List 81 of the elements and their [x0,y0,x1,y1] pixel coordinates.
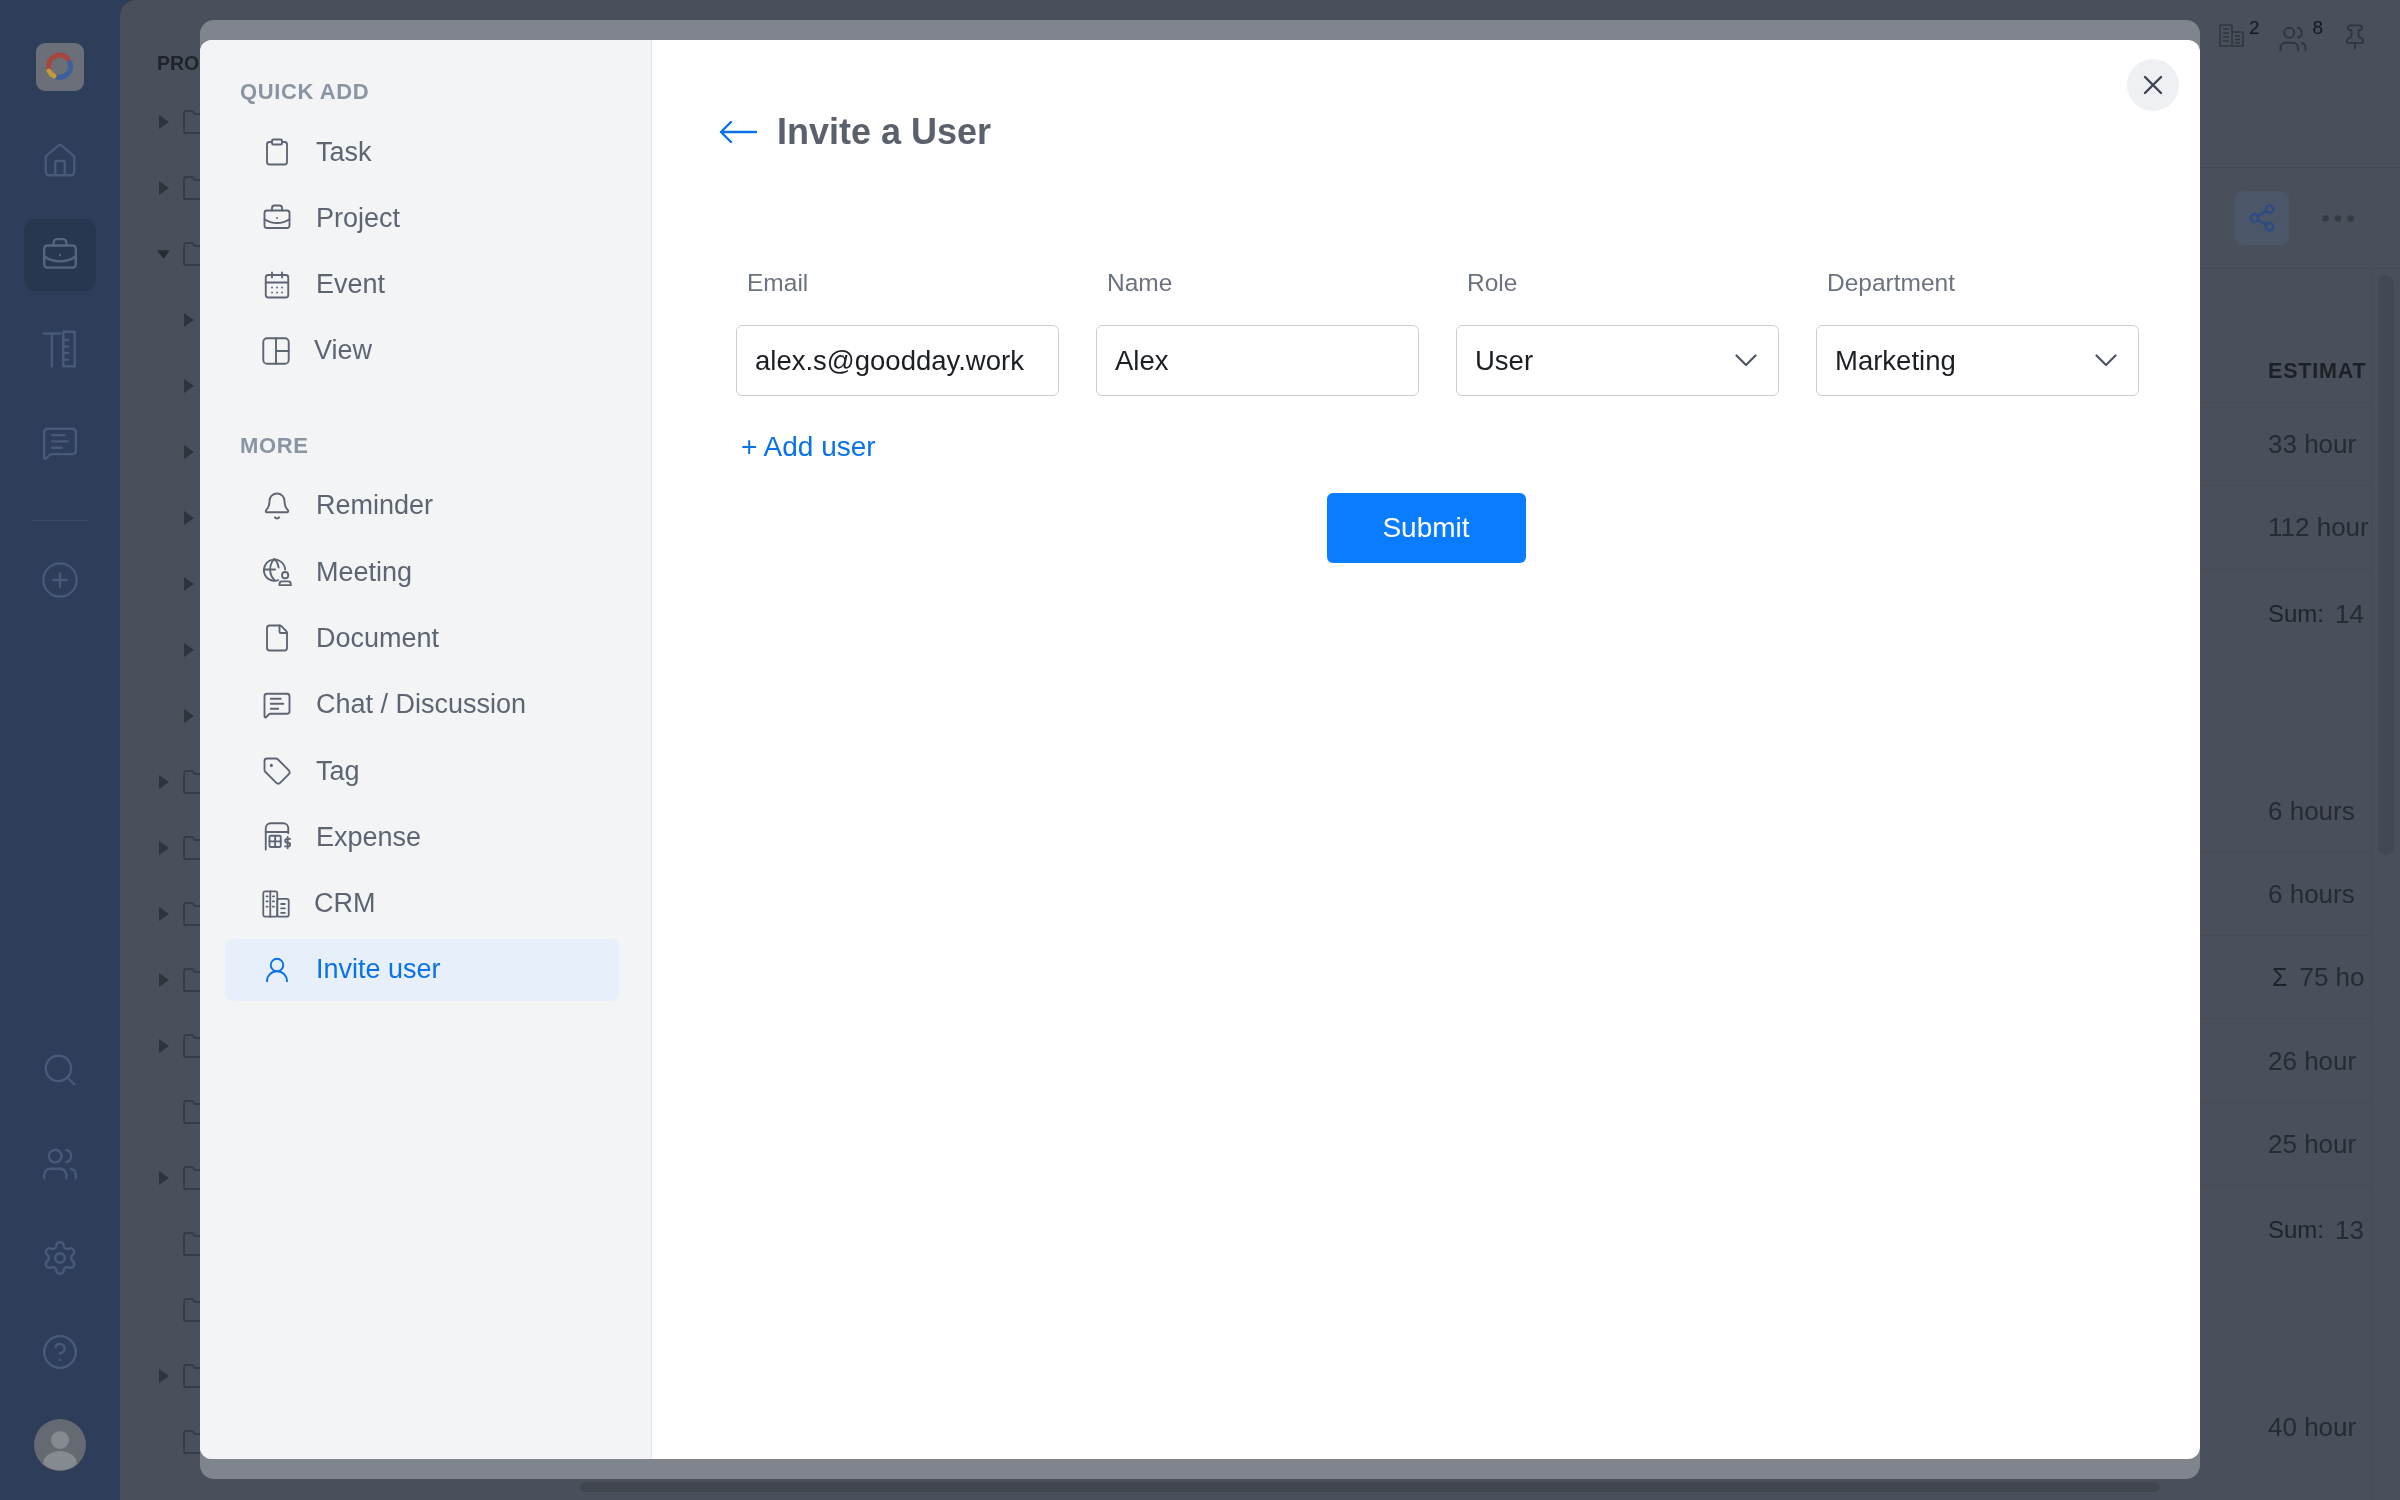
back-button[interactable] [719,120,757,144]
caret-right-icon[interactable] [158,973,169,987]
globe-user-icon [262,557,292,588]
caret-right-icon[interactable] [158,1171,169,1185]
menu-item[interactable]: Document [225,607,619,670]
menu-item[interactable]: Meeting [225,541,619,604]
layout-icon [262,336,290,365]
caret-right-icon[interactable] [158,1369,169,1383]
field-label: Role [1467,268,1518,298]
calendar-icon [262,269,292,300]
caret-right-icon[interactable] [183,313,194,327]
building-icon [2219,24,2244,47]
menu-item[interactable]: CRM [225,872,619,935]
field-label: Department [1827,268,1955,298]
caret-right-icon[interactable] [183,511,194,525]
folder-icon [183,1364,200,1388]
folder-icon [183,176,200,200]
logo-icon[interactable] [36,43,84,91]
caret-right-icon[interactable] [183,445,194,459]
input-field[interactable]: alex.s@goodday.work [736,325,1059,396]
folder-icon [183,968,200,992]
folder-icon [183,902,200,926]
section-heading: QUICK ADD [240,78,370,106]
caret-right-icon[interactable] [158,181,169,195]
caret-right-icon[interactable] [183,577,194,591]
chevron-down-icon [2095,354,2117,367]
folder-icon [183,1298,200,1322]
hammer-ruler-icon [42,330,78,368]
caret-right-icon[interactable] [158,907,169,921]
dropdown-field[interactable]: Marketing [1816,325,2139,396]
submit-button[interactable]: Submit [1326,493,1526,563]
section-heading: MORE [240,431,309,460]
folder-icon [183,1034,200,1058]
field-label: Email [747,268,809,298]
folder-icon [183,1100,200,1124]
folder-icon [183,770,200,794]
receipt-icon [262,822,292,853]
add-icon[interactable] [40,560,80,600]
close-button[interactable] [2127,59,2179,111]
caret-right-icon[interactable] [158,115,169,129]
chevron-down-icon [1735,354,1757,367]
menu-item[interactable]: Expense [225,806,619,869]
caret-right-icon[interactable] [158,1039,169,1053]
nav-button[interactable] [24,219,96,291]
menu-item[interactable]: Tag [225,740,619,803]
avatar[interactable] [34,1419,86,1471]
dropdown-field[interactable]: User [1456,325,1779,396]
menu-item[interactable]: Invite user [225,938,619,1001]
menu-item[interactable]: Task [225,121,619,183]
folder-icon [183,836,200,860]
caret-right-icon[interactable] [158,775,169,789]
share-button[interactable] [2235,191,2289,245]
users-icon [2277,24,2308,54]
folder-icon [183,1166,200,1190]
field-label: Name [1107,268,1173,298]
menu-item[interactable]: Chat / Discussion [225,673,619,736]
tag-icon [262,756,292,787]
building-icon [262,889,290,918]
caret-right-icon[interactable] [183,379,194,393]
close-icon [2143,75,2163,95]
dialog-title: Invite a User [777,110,992,154]
input-field[interactable]: Alex [1096,325,1419,396]
menu-item[interactable]: Project [225,187,619,250]
bell-icon [262,490,292,521]
folder-icon [183,1430,200,1454]
menu-item[interactable]: View [225,319,619,382]
caret-right-icon[interactable] [158,841,169,855]
folder-icon [183,110,200,134]
back-arrow-icon [719,120,757,144]
count-label: 2 [2249,18,2260,37]
count-label: 8 [2312,18,2324,37]
folder-icon [183,1232,200,1256]
help-icon[interactable] [41,1333,79,1371]
menu-item[interactable]: Event [225,253,619,316]
caret-down-icon[interactable] [157,249,170,259]
caret-right-icon[interactable] [183,643,194,657]
caret-right-icon[interactable] [183,709,194,723]
add-user-link[interactable]: + Add user [741,430,876,464]
menu-item[interactable]: Reminder [225,474,619,537]
share-icon [2247,203,2277,233]
folder-icon [183,242,200,266]
